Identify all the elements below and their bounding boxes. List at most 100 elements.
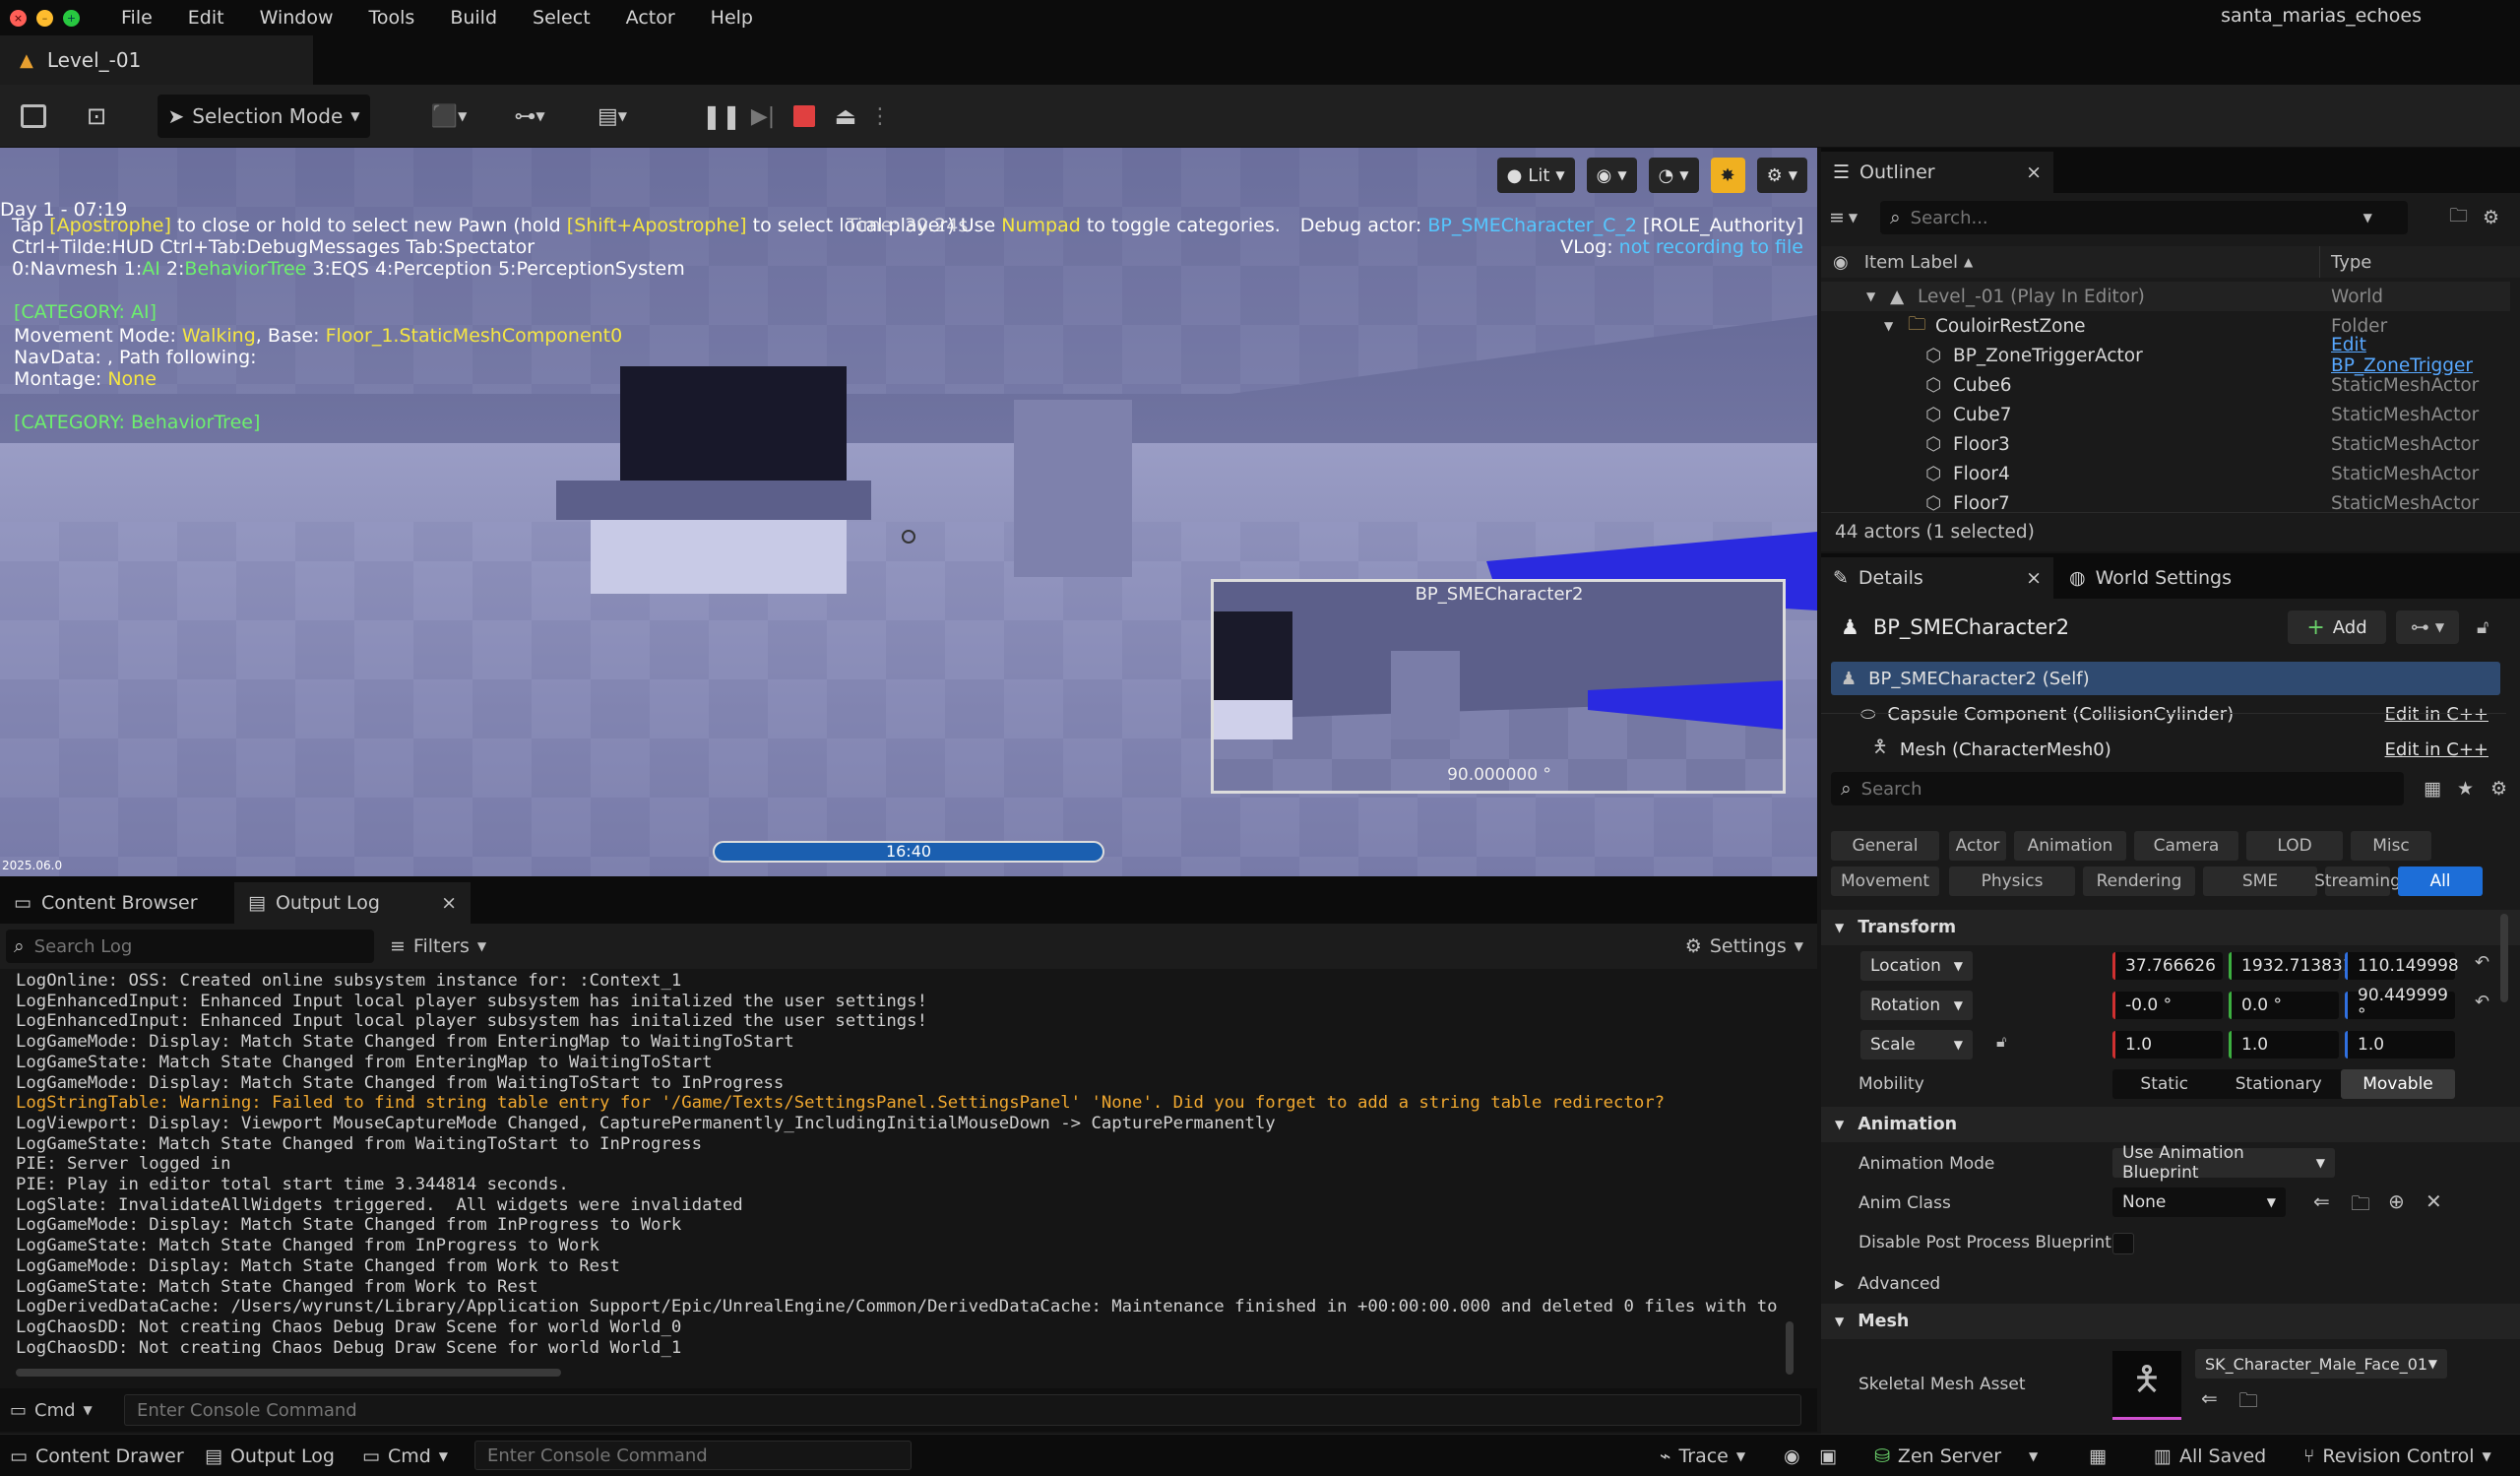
add-component-button[interactable]: + Add [2288, 610, 2386, 644]
component-row[interactable]: ♟ BP_SMECharacter2 (Self) [1831, 662, 2500, 695]
details-search-input[interactable] [1860, 778, 2354, 800]
edit-in-cpp-link[interactable]: Edit in C++ [2385, 704, 2488, 725]
reset-rotation-button[interactable]: ↶ [2475, 992, 2489, 1012]
menu-actor[interactable]: Actor [626, 7, 675, 29]
tab-output-log[interactable]: ▤ Output Log × [234, 882, 471, 924]
show-flags-button[interactable]: ◉ ▼ [1586, 158, 1637, 193]
details-scrollbar[interactable] [2500, 914, 2508, 1002]
category-filter-all[interactable]: All [2398, 866, 2483, 896]
col-item-label[interactable]: Item Label [1864, 252, 1958, 273]
menu-build[interactable]: Build [450, 7, 497, 29]
all-saved-button[interactable]: ▥ All Saved [2154, 1435, 2266, 1476]
scale-mode-dropdown[interactable]: Scale ▼ [1860, 1030, 1973, 1059]
menu-file[interactable]: File [121, 7, 153, 29]
browse-button[interactable]: ⊡ [79, 95, 114, 138]
scale-x-field[interactable]: 1.0 [2112, 1031, 2223, 1059]
property-matrix-button[interactable]: ▦ [2424, 772, 2441, 805]
pause-button[interactable]: ❚❚ [702, 95, 741, 138]
add-actor-button[interactable]: ⬛ ▼ [421, 95, 476, 138]
tab-world-settings[interactable]: ◍ World Settings [2057, 557, 2284, 599]
menu-select[interactable]: Select [533, 7, 591, 29]
zen-server-button[interactable]: ⛁ Zen Server ▼ [1874, 1435, 2038, 1476]
mobility-stationary[interactable]: Stationary [2216, 1069, 2341, 1099]
tab-outliner[interactable]: ☰ Outliner × [1821, 152, 2053, 193]
lock-button[interactable]: 🔓︎ [2477, 610, 2488, 644]
details-search-field[interactable]: ⌕ [1831, 772, 2404, 805]
level-tab[interactable]: ▲ Level_-01 [0, 35, 313, 85]
scale-z-field[interactable]: 1.0 [2345, 1031, 2455, 1059]
close-icon[interactable]: × [2026, 161, 2042, 183]
outliner-row[interactable]: ⬡ Cube7 StaticMeshActor [1821, 400, 2510, 429]
outliner-row[interactable]: ⬡ Cube6 StaticMeshActor [1821, 370, 2510, 400]
performance-button[interactable]: ◔ ▼ [1648, 158, 1699, 193]
content-drawer-button[interactable]: ▭ Content Drawer [10, 1435, 184, 1476]
location-x-field[interactable]: 37.766626 [2112, 952, 2223, 980]
level-viewport[interactable]: ● Lit ▼ ◉ ▼ ◔ ▼ ✸ ⚙ ▼ Day 1 - 07:19 Tap … [0, 148, 1817, 876]
stats-button[interactable]: ▦ [2089, 1435, 2107, 1476]
viewport-settings-button[interactable]: ⚙ ▼ [1756, 158, 1807, 193]
category-filter-lod[interactable]: LOD [2246, 831, 2343, 861]
category-filter-misc[interactable]: Misc [2351, 831, 2431, 861]
outliner-settings-button[interactable]: ⚙ [2483, 201, 2499, 234]
menu-tools[interactable]: Tools [369, 7, 415, 29]
minimize-window-icon[interactable]: – [36, 9, 53, 27]
mesh-use-selected-button[interactable]: ⇐ [2201, 1386, 2218, 1410]
realtime-toggle[interactable]: ✸ [1710, 158, 1745, 193]
browse-asset-button[interactable]: 🗀 [2351, 1189, 2370, 1223]
category-filter-camera[interactable]: Camera [2134, 831, 2238, 861]
category-filter-sme[interactable]: SME [2203, 866, 2317, 896]
more-options-button[interactable]: ⋮ [869, 95, 891, 138]
location-y-field[interactable]: 1932.713831 [2229, 952, 2354, 980]
anim-class-dropdown[interactable]: None ▼ [2112, 1187, 2286, 1217]
tab-details[interactable]: ✎ Details × [1821, 557, 2053, 599]
outliner-row[interactable]: ⬡ BP_ZoneTriggerActor Edit BP_ZoneTrigger [1821, 335, 2510, 376]
section-mesh[interactable]: ▼ Mesh [1821, 1304, 2520, 1339]
category-filter-physics[interactable]: Physics [1949, 866, 2075, 896]
edit-in-cpp-link[interactable]: Edit in C++ [2385, 739, 2488, 760]
revision-control-button[interactable]: ⑂ Revision Control ▼ [2303, 1435, 2491, 1476]
outliner-search-field[interactable]: ⌕ ▼ [1880, 201, 2408, 234]
use-selected-asset-button[interactable]: ⇐ [2313, 1189, 2330, 1213]
location-mode-dropdown[interactable]: Location ▼ [1860, 951, 1973, 981]
section-transform[interactable]: ▼ Transform [1821, 910, 2520, 945]
expand-chevron-icon[interactable]: ▼ [1884, 319, 1893, 333]
outliner-row[interactable]: ▼ ▲ Level_-01 (Play In Editor) World [1821, 282, 2510, 311]
blueprint-options-button[interactable]: ⊶ ▼ [2396, 610, 2459, 644]
close-icon[interactable]: × [2026, 567, 2042, 589]
console-command-input[interactable] [124, 1394, 1801, 1426]
outliner-row[interactable]: ⬡ Floor3 StaticMeshActor [1821, 429, 2510, 459]
log-search-input[interactable] [33, 935, 330, 957]
outliner-row[interactable]: ⬡ Floor4 StaticMeshActor [1821, 459, 2510, 488]
filters-button[interactable]: ≡ Filters ▼ [390, 930, 486, 963]
location-z-field[interactable]: 110.149998 [2345, 952, 2459, 980]
advanced-expander[interactable]: ▶ Advanced [1835, 1270, 1940, 1298]
col-type[interactable]: Type [2331, 252, 2371, 273]
category-filter-streaming[interactable]: Streaming [2314, 866, 2401, 896]
component-row[interactable]: 🯅 Mesh (CharacterMesh0) Edit in C++ [1831, 733, 2500, 766]
cinematics-button[interactable]: ▤ ▼ [585, 95, 640, 138]
clear-asset-button[interactable]: ✕ [2426, 1189, 2442, 1213]
outliner-search-input[interactable] [1910, 207, 2354, 228]
stop-button[interactable] [788, 95, 821, 138]
close-window-icon[interactable]: × [10, 9, 27, 27]
cmd-dropdown[interactable]: ▭ Cmd ▼ [10, 1394, 93, 1426]
mobility-movable[interactable]: Movable [2341, 1069, 2455, 1099]
category-filter-actor[interactable]: Actor [1949, 831, 2006, 861]
scale-y-field[interactable]: 1.0 [2229, 1031, 2339, 1059]
menu-window[interactable]: Window [260, 7, 334, 29]
log-settings-button[interactable]: ⚙ Settings ▼ [1685, 930, 1803, 963]
menu-help[interactable]: Help [711, 7, 753, 29]
rotation-y-field[interactable]: 0.0 ° [2229, 992, 2339, 1019]
output-log-button[interactable]: ▤ Output Log [205, 1435, 335, 1476]
category-filter-general[interactable]: General [1831, 831, 1939, 861]
details-settings-button[interactable]: ⚙ [2490, 772, 2507, 805]
animation-mode-dropdown[interactable]: Use Animation Blueprint ▼ [2112, 1143, 2335, 1183]
frame-skip-button[interactable]: ▶| [746, 95, 780, 138]
skeletal-mesh-thumbnail[interactable]: 🯅 [2112, 1351, 2181, 1420]
maximize-window-icon[interactable]: + [63, 9, 80, 27]
selection-mode-dropdown[interactable]: ➤ Selection Mode ▼ [158, 95, 370, 138]
status-console-input[interactable] [474, 1441, 912, 1470]
rotation-z-field[interactable]: 90.449999 ° [2345, 986, 2455, 1025]
log-vertical-scrollbar[interactable] [1786, 1321, 1794, 1375]
save-button[interactable] [16, 95, 51, 138]
